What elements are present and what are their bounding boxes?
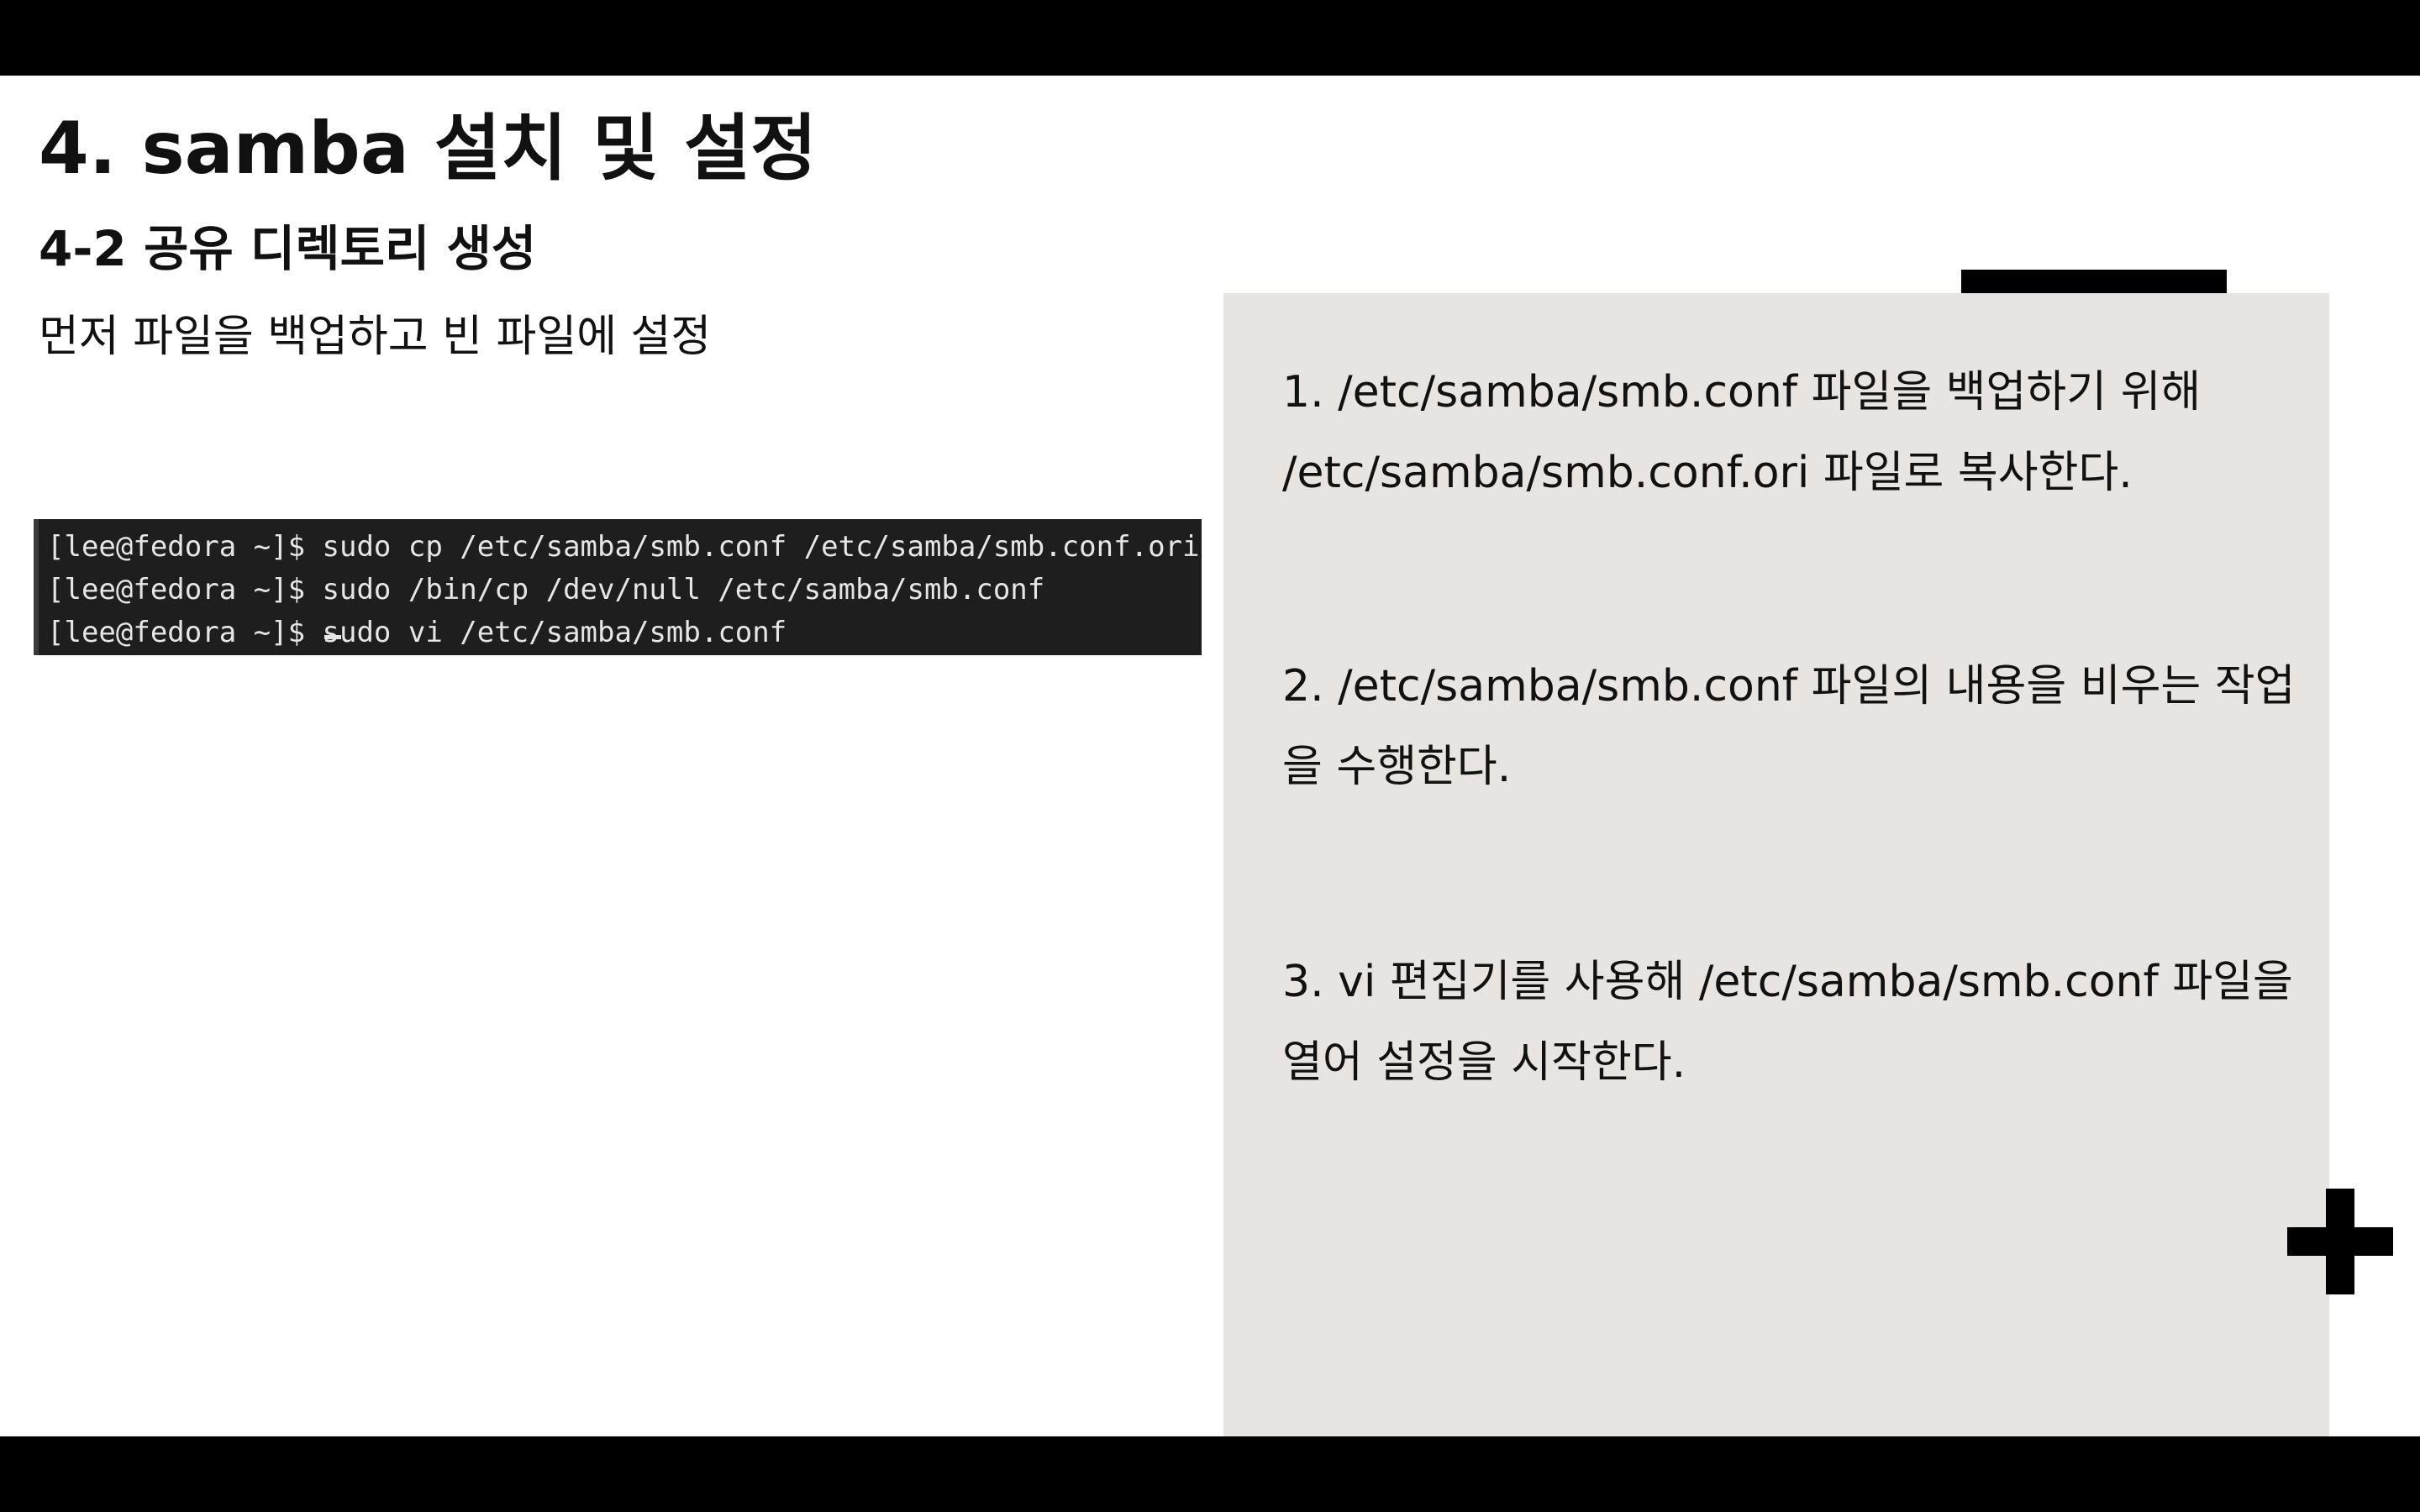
letterbox-bottom: [0, 1436, 2420, 1512]
steps-panel: 1. /etc/samba/smb.conf 파일을 백업하기 위해 /etc/…: [1223, 293, 2329, 1436]
intro-text: 먼저 파일을 백업하고 빈 파일에 설정: [39, 312, 712, 362]
letterbox-top: [0, 0, 2420, 76]
step-item-2: 2. /etc/samba/smb.conf 파일의 내용을 비우는 작업을 수…: [1282, 661, 2296, 792]
slide-title: 4. samba 설치 및 설정: [39, 107, 818, 191]
step-item-1: 1. /etc/samba/smb.conf 파일을 백업하기 위해 /etc/…: [1282, 367, 2202, 498]
terminal-cursor: [324, 635, 341, 639]
plus-icon: [2287, 1189, 2393, 1294]
slide: 4. samba 설치 및 설정 4-2 공유 디렉토리 생성 먼저 파일을 백…: [0, 76, 2420, 1436]
terminal-line: [lee@fedora ~]$ sudo vi /etc/samba/smb.c…: [47, 616, 787, 649]
slide-subtitle: 4-2 공유 디렉토리 생성: [39, 220, 537, 277]
terminal-screenshot: [lee@fedora ~]$ sudo cp /etc/samba/smb.c…: [34, 519, 1202, 655]
plus-icon-vertical: [2326, 1189, 2354, 1294]
terminal-line: [lee@fedora ~]$ sudo /bin/cp /dev/null /…: [47, 573, 1045, 606]
step-item-3: 3. vi 편집기를 사용해 /etc/samba/smb.conf 파일을 열…: [1282, 957, 2293, 1088]
terminal-line: [lee@fedora ~]$ sudo cp /etc/samba/smb.c…: [47, 530, 1200, 564]
